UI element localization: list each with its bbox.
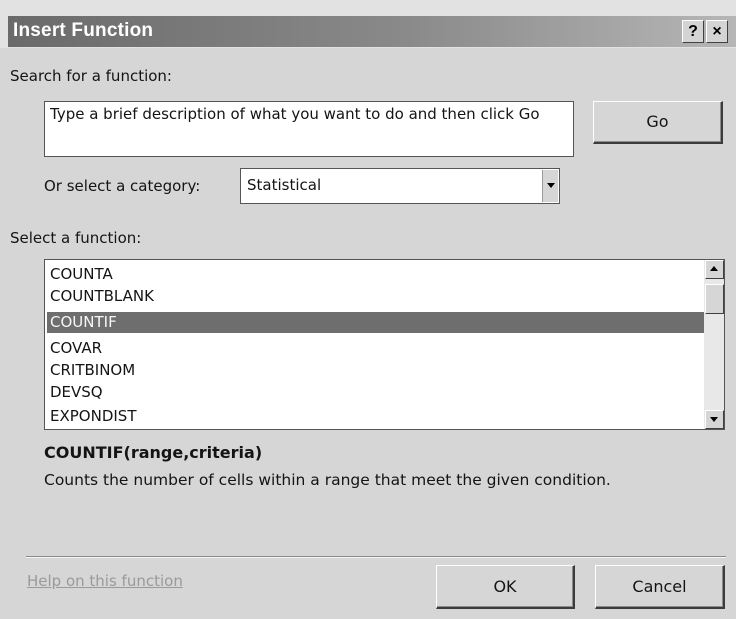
list-item-selected[interactable]: COUNTIF	[47, 312, 708, 333]
help-on-function-link[interactable]: Help on this function	[27, 572, 183, 590]
insert-function-dialog: Insert Function ? × Search for a functio…	[0, 0, 736, 619]
list-item[interactable]: COUNTA	[47, 264, 708, 285]
list-item[interactable]: COVAR	[47, 338, 708, 359]
function-syntax: COUNTIF(range,criteria)	[44, 443, 263, 462]
function-description: Counts the number of cells within a rang…	[44, 471, 611, 489]
list-item[interactable]: CRITBINOM	[47, 360, 708, 381]
list-item[interactable]: COUNTBLANK	[47, 286, 708, 307]
function-list[interactable]: COUNTA COUNTBLANK COUNTIF COVAR CRITBINO…	[44, 259, 725, 430]
close-button[interactable]: ×	[706, 20, 728, 43]
title-bar[interactable]: Insert Function ? ×	[0, 0, 736, 48]
category-label: Or select a category:	[44, 177, 201, 195]
list-scrollbar[interactable]	[704, 260, 724, 429]
scroll-thumb[interactable]	[705, 284, 724, 314]
help-button[interactable]: ?	[682, 20, 704, 43]
divider-highlight	[26, 557, 726, 558]
cancel-button[interactable]: Cancel	[595, 565, 725, 609]
category-value: Statistical	[247, 176, 322, 194]
search-input[interactable]: Type a brief description of what you wan…	[44, 101, 574, 157]
go-button[interactable]: Go	[593, 101, 723, 144]
scroll-up-icon[interactable]	[705, 260, 724, 279]
ok-button[interactable]: OK	[436, 565, 575, 609]
scroll-down-icon[interactable]	[705, 410, 724, 429]
dialog-title: Insert Function	[13, 20, 154, 41]
list-item[interactable]: EXPONDIST	[47, 406, 708, 427]
function-list-label: Select a function:	[10, 229, 142, 247]
category-select[interactable]: Statistical	[240, 168, 560, 204]
list-item[interactable]: DEVSQ	[47, 382, 708, 403]
search-label: Search for a function:	[10, 67, 172, 85]
chevron-down-icon[interactable]	[542, 170, 558, 202]
